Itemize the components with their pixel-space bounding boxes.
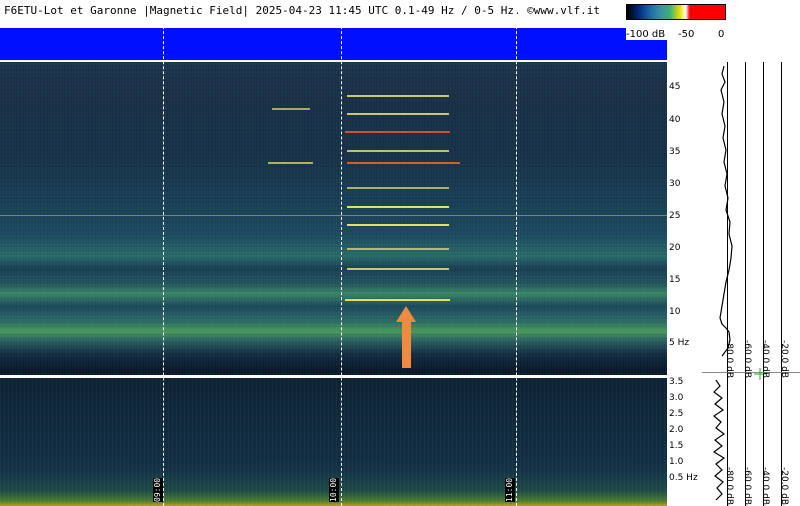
freq-tick-label: 10 — [669, 307, 681, 317]
level-scale-label: -60.0 dB — [742, 340, 752, 379]
freq-tick-label-low: 2.0 — [669, 425, 684, 435]
tone-line — [345, 131, 450, 133]
tone-line — [347, 113, 449, 115]
level-scale-label: -20.0 dB — [779, 340, 789, 379]
tone-line — [268, 162, 313, 164]
freq-tick-label-low: 1.0 — [669, 457, 684, 467]
freq-tick-label-low: 3.0 — [669, 393, 684, 403]
colorbar-label-mid: -50 — [678, 29, 695, 40]
freq-tick-label: 30 — [669, 179, 681, 189]
time-gridline — [516, 6, 517, 506]
time-gridline — [163, 6, 164, 506]
tone-line — [347, 224, 449, 226]
level-scale-label-low: -40.0 dB — [760, 467, 770, 506]
tone-line — [347, 95, 449, 97]
time-marker-label: 11:00 — [505, 477, 515, 502]
level-scale-label: -40.0 dB — [760, 340, 770, 379]
tone-line — [347, 187, 449, 189]
freq-tick-label: 20 — [669, 243, 681, 253]
vlf-spectrogram-window: F6ETU-Lot et Garonne |Magnetic Field| 20… — [0, 0, 800, 506]
tone-line — [0, 215, 667, 216]
freq-tick-label: 15 — [669, 275, 681, 285]
freq-tick-label: 25 — [669, 211, 681, 221]
level-scale-label-low: -20.0 dB — [779, 467, 789, 506]
level-profile-trace — [712, 65, 766, 501]
level-scale-label-low: -80.0 dB — [724, 467, 734, 506]
tone-line — [345, 299, 450, 301]
freq-tick-label: 5 Hz — [669, 338, 690, 348]
tone-line — [347, 268, 449, 270]
freq-tick-label-low: 1.5 — [669, 441, 684, 451]
level-scale-label: -80.0 dB — [724, 340, 734, 379]
spectrogram-top-texture — [0, 62, 667, 375]
time-gridline — [341, 6, 342, 506]
tone-line — [347, 150, 449, 152]
freq-tick-label-low: 3.5 — [669, 377, 684, 387]
colorbar-labels: -100 dB -50 0 — [626, 20, 724, 40]
tone-line — [347, 248, 449, 250]
frequency-axis: 45 40 35 30 25 20 15 10 5 Hz 3.5 3.0 2.5… — [667, 62, 702, 506]
annotation-arrow — [402, 320, 411, 368]
level-profile-panel: -80.0 dB -60.0 dB -40.0 dB -20.0 dB -80.… — [702, 62, 800, 506]
colorbar-label-min: -100 dB — [626, 29, 666, 40]
colorbar-label-max: 0 — [718, 29, 725, 40]
freq-tick-label-low: 2.5 — [669, 409, 684, 419]
tone-line — [272, 108, 310, 110]
level-scale-label-low: -60.0 dB — [742, 467, 752, 506]
freq-tick-label-low: 0.5 Hz — [669, 473, 698, 483]
colorbar-scale — [626, 4, 726, 20]
freq-tick-label: 45 — [669, 82, 681, 92]
page-title: F6ETU-Lot et Garonne |Magnetic Field| 20… — [0, 0, 626, 22]
signal-level-band — [0, 28, 667, 60]
freq-tick-label: 40 — [669, 115, 681, 125]
time-marker-label: 10:00 — [329, 477, 339, 502]
time-marker-label: 09:00 — [153, 477, 163, 502]
tone-line — [347, 206, 449, 208]
freq-tick-label: 35 — [669, 147, 681, 157]
tone-line — [347, 162, 460, 164]
